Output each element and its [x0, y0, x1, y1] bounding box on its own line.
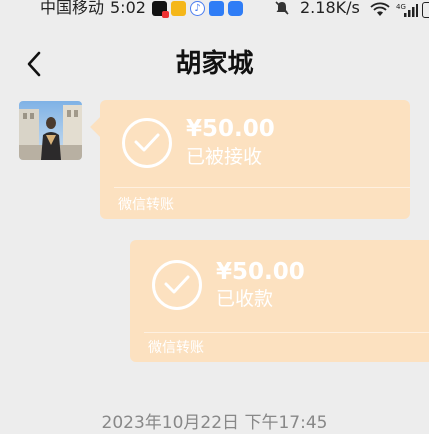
transfer-amount: ¥50.00 [216, 259, 305, 285]
transfer-status: 已被接收 [186, 146, 263, 168]
avatar[interactable] [19, 101, 82, 160]
music-icon: ♪ [190, 1, 205, 16]
file-manager-icon [171, 1, 186, 16]
clock: 5:02 [110, 0, 146, 17]
check-circle-icon [122, 118, 172, 168]
mute-icon [275, 1, 289, 15]
cellular-signal-icon: 4G [396, 3, 418, 17]
battery-icon [422, 2, 429, 18]
transfer-status: 已收款 [216, 288, 274, 310]
transfer-amount: ¥50.00 [186, 116, 275, 142]
network-speed: 2.18K/s [300, 0, 360, 17]
transfer-message-sent[interactable]: ¥50.00 已收款 微信转账 [130, 240, 429, 362]
transfer-message-received[interactable]: ¥50.00 已被接收 微信转账 [90, 100, 410, 219]
chat-title: 胡家城 [175, 49, 254, 79]
transfer-type-label: 微信转账 [148, 340, 204, 356]
transfer-type-label: 微信转账 [118, 197, 174, 213]
tiktok-icon [152, 1, 169, 18]
browser-icon [209, 1, 224, 16]
avatar-photo [19, 101, 82, 160]
divider [114, 187, 410, 188]
wifi-icon [370, 2, 390, 16]
message-timestamp: 2023年10月22日 下午17:45 [101, 413, 328, 433]
chat-header: 胡家城 [0, 40, 429, 88]
divider [144, 332, 429, 333]
carrier-label: 中国移动 [40, 0, 105, 17]
chat-app-icon [228, 1, 243, 16]
notification-icons: ♪ [152, 1, 243, 18]
bubble-tail [90, 117, 110, 137]
check-circle-icon [152, 260, 202, 310]
status-bar: 中国移动 5:02 ♪ 2.18K/s 4G [0, 0, 429, 20]
network-type: 4G [396, 3, 406, 11]
